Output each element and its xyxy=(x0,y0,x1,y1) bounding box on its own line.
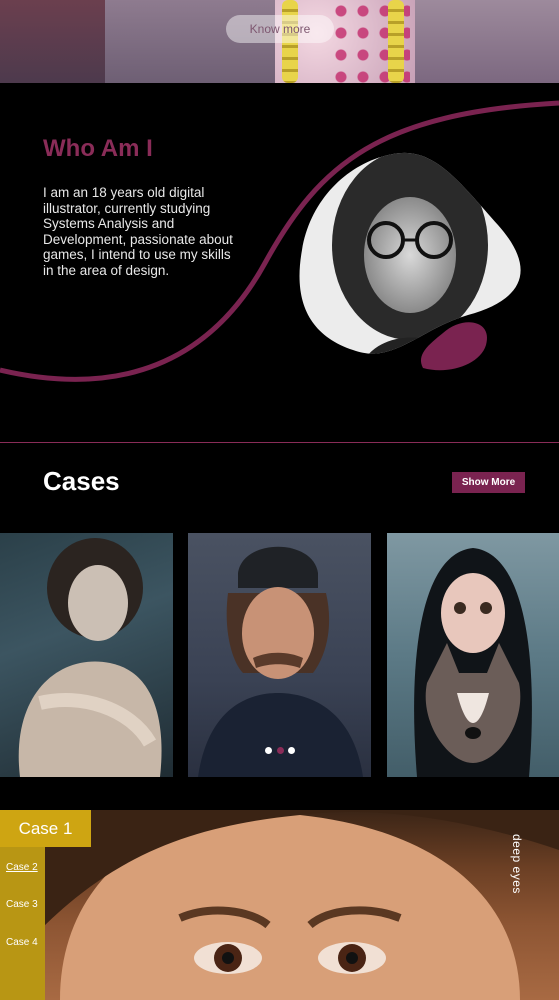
case-card-2[interactable] xyxy=(188,533,371,777)
carousel-dot-1[interactable] xyxy=(265,747,272,754)
girl-with-dog-artwork xyxy=(414,548,532,777)
case-card-1[interactable] xyxy=(0,533,173,777)
section-divider xyxy=(0,442,559,443)
carousel-dot-3[interactable] xyxy=(288,747,295,754)
case-link-3[interactable]: Case 3 xyxy=(6,899,38,910)
case-tab-active[interactable]: Case 1 xyxy=(0,810,91,847)
case-link-2[interactable]: Case 2 xyxy=(6,862,38,873)
cases-title: Cases xyxy=(43,466,120,496)
hero-banner: Know more xyxy=(0,0,559,83)
case-caption: deep eyes xyxy=(510,834,524,894)
about-description: I am an 18 years old digital illustrator… xyxy=(43,185,233,278)
hero-braid-right xyxy=(388,0,404,83)
about-section: Who Am I I am an 18 years old digital il… xyxy=(0,83,559,443)
about-title: Who Am I xyxy=(43,135,153,162)
carousel-dot-2[interactable] xyxy=(277,747,284,754)
featured-case: Case 1 Case 2 Case 3 Case 4 deep eyes xyxy=(0,810,559,1000)
woman-hugging-knee-artwork xyxy=(18,538,162,777)
profile-photo xyxy=(299,152,521,371)
man-beanie-artwork xyxy=(198,546,363,777)
case-link-4[interactable]: Case 4 xyxy=(6,937,38,948)
know-more-button[interactable]: Know more xyxy=(226,15,334,43)
hero-image-right xyxy=(415,0,559,83)
hero-image-left xyxy=(0,0,105,83)
case-card-3[interactable] xyxy=(387,533,559,777)
show-more-button[interactable]: Show More xyxy=(452,472,525,493)
